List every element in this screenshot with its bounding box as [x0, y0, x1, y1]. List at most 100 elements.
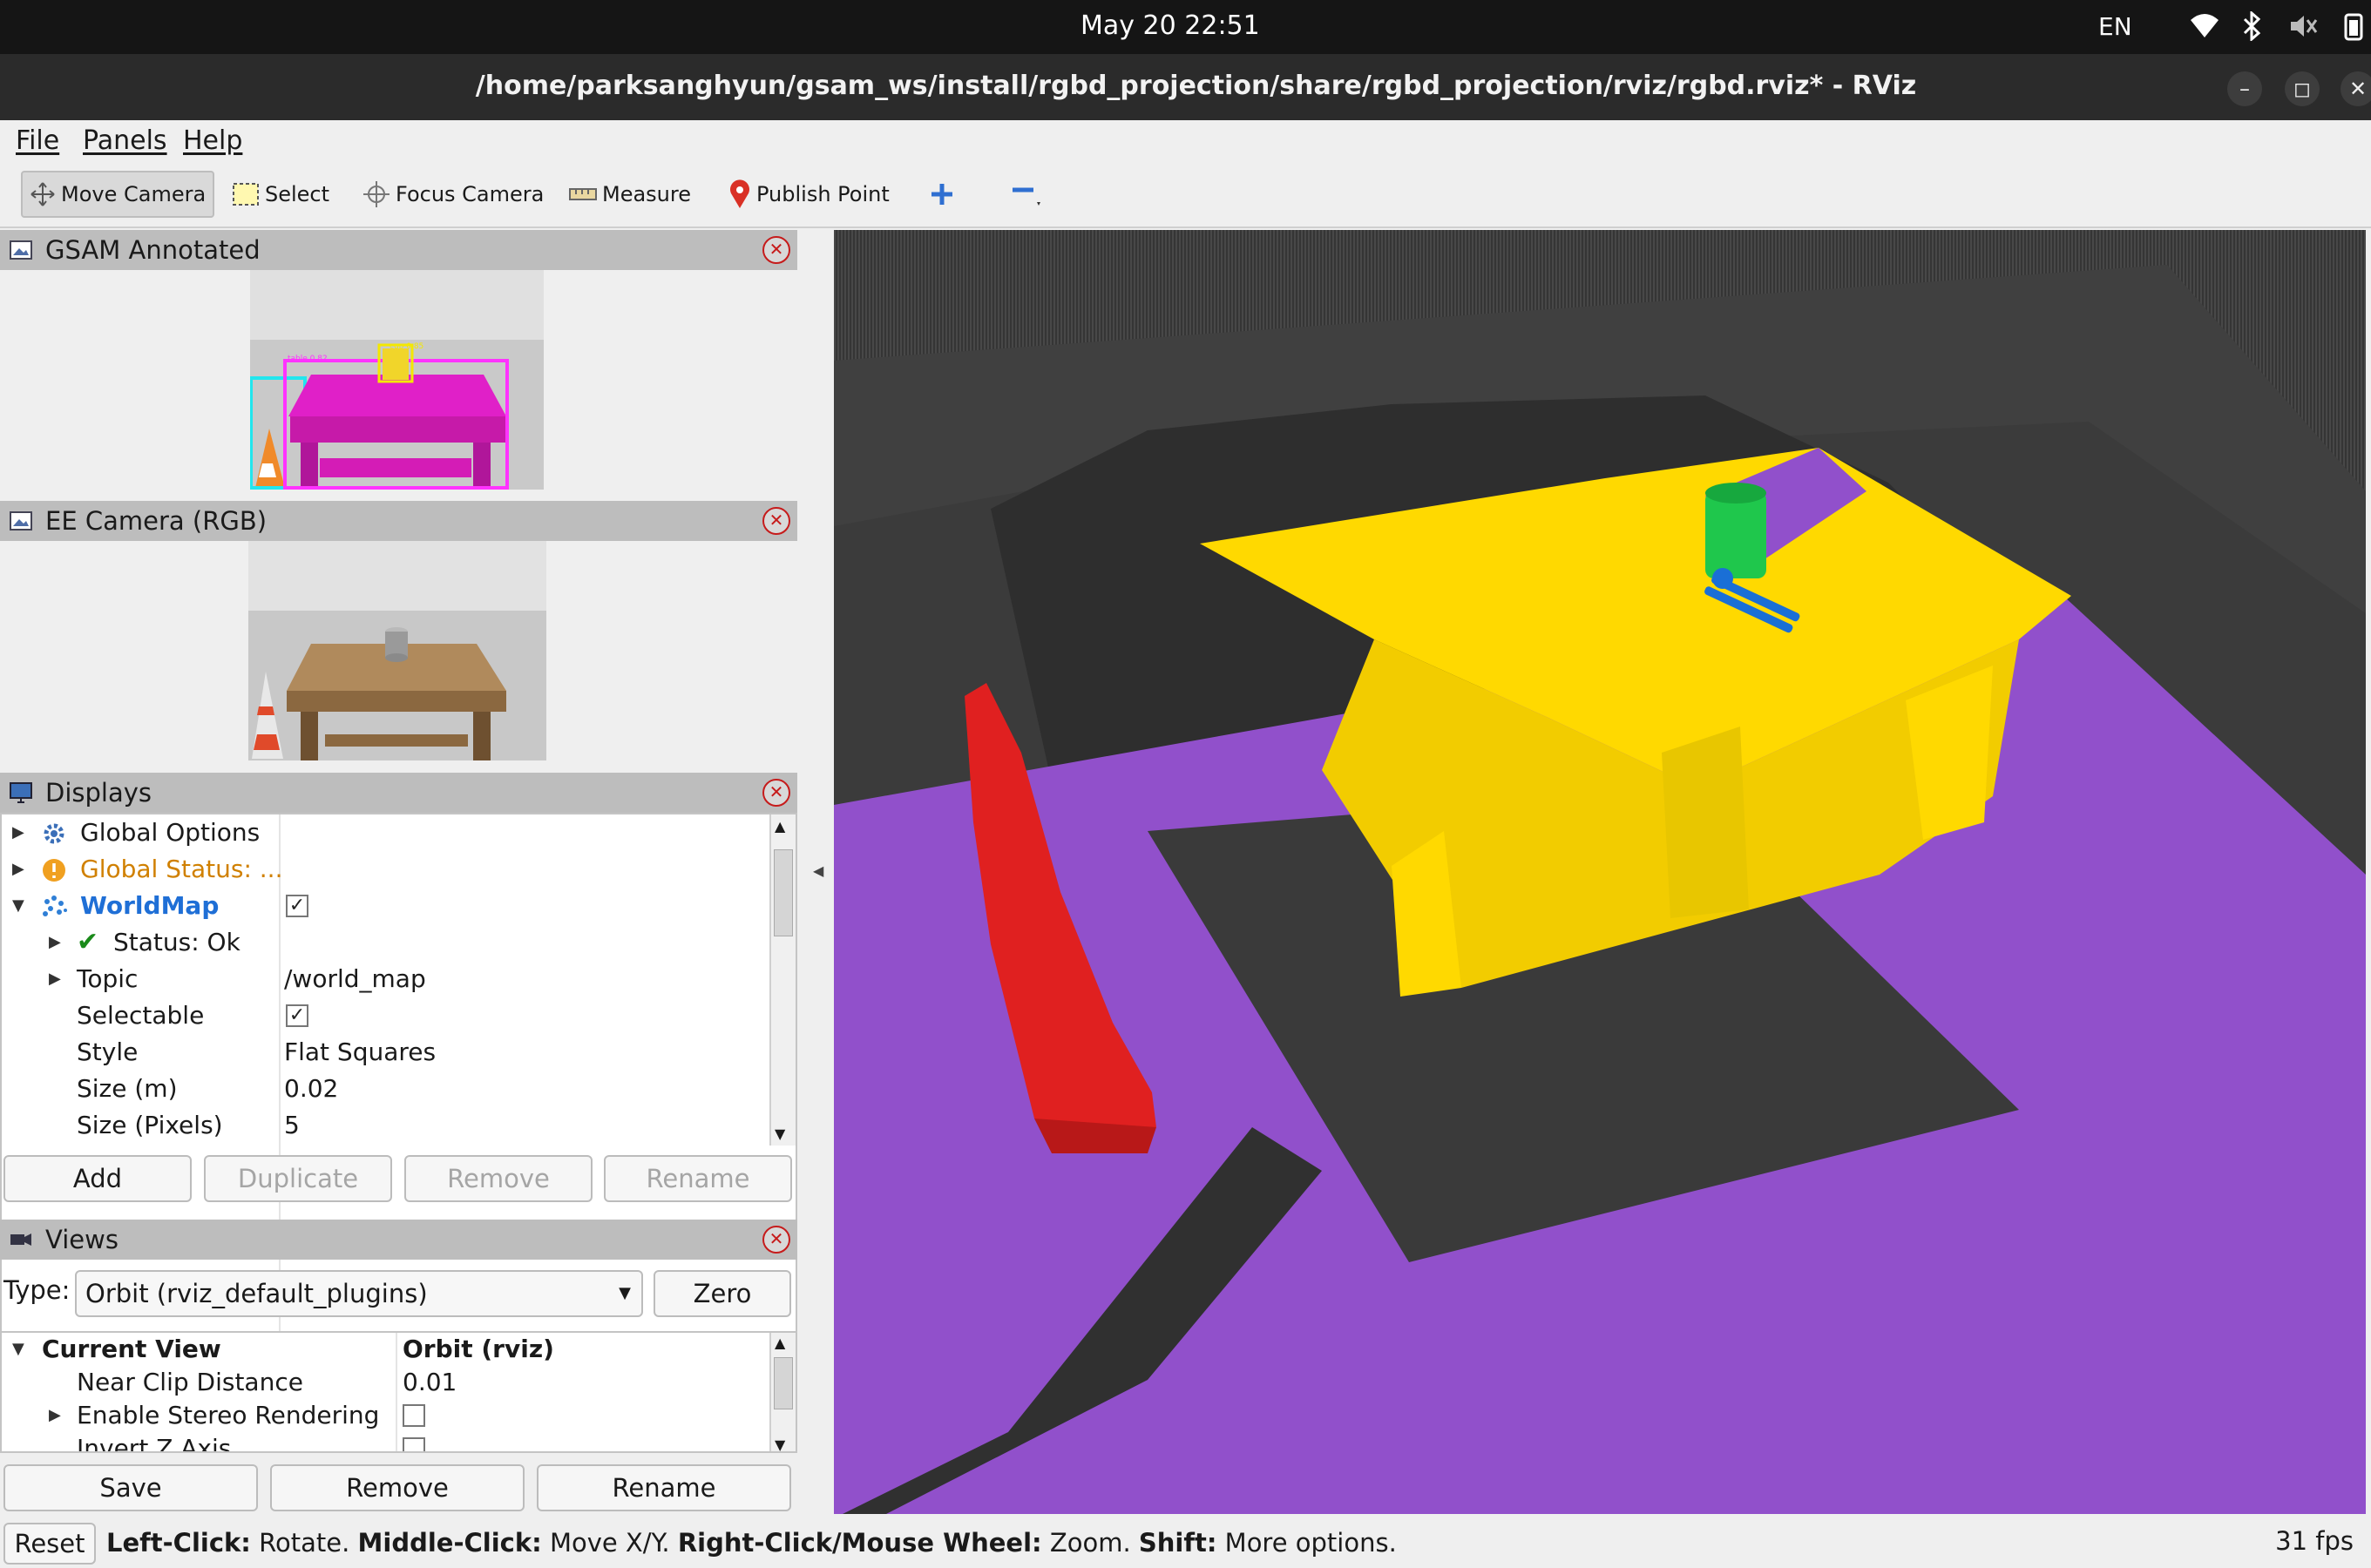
add-display-button[interactable]: Add — [3, 1155, 192, 1202]
move-camera-icon — [30, 182, 55, 206]
battery-icon[interactable] — [2344, 11, 2363, 41]
collapse-dock-handle[interactable]: ◀ — [813, 862, 823, 879]
style-value[interactable]: Flat Squares — [284, 1034, 436, 1071]
size-m-value[interactable]: 0.02 — [284, 1071, 338, 1107]
stereo-row[interactable]: ▶ Enable Stereo Rendering — [2, 1399, 769, 1432]
minimize-button[interactable]: – — [2227, 71, 2262, 106]
size-px-row[interactable]: Size (Pixels) 5 — [2, 1107, 769, 1144]
collapse-arrow-icon[interactable]: ▼ — [12, 888, 24, 924]
window-title-bar: /home/parksanghyun/gsam_ws/install/rgbd_… — [0, 54, 2371, 120]
status-row[interactable]: ▶ ✔ Status: Ok — [2, 924, 769, 961]
gsam-annotated-image — [250, 270, 544, 490]
global-options-row[interactable]: ▶ Global Options — [2, 814, 769, 851]
views-tree[interactable]: ▼ Current View Orbit (rviz) Near Clip Di… — [0, 1331, 797, 1453]
size-px-value[interactable]: 5 — [284, 1107, 300, 1144]
focus-camera-tool[interactable]: Focus Camera — [356, 171, 551, 218]
worldmap-enabled-checkbox[interactable]: ✓ — [286, 895, 308, 917]
shift-key: Shift: — [1138, 1528, 1217, 1558]
monitor-icon — [10, 782, 32, 803]
selectable-label: Selectable — [77, 1001, 205, 1030]
invert-z-label: Invert Z Axis — [77, 1434, 232, 1453]
views-scrollbar[interactable]: ▲ ▼ — [769, 1333, 796, 1451]
size-px-label: Size (Pixels) — [77, 1111, 223, 1139]
global-status-label: Global Status: ... — [80, 855, 283, 883]
ee-camera-panel-header[interactable]: EE Camera (RGB) ✕ — [0, 501, 797, 541]
move-camera-tool[interactable]: Move Camera — [21, 171, 215, 218]
middle-click-key: Middle-Click: — [357, 1528, 542, 1558]
expand-arrow-icon[interactable]: ▶ — [49, 1399, 61, 1432]
scrollbar-thumb[interactable] — [774, 849, 793, 936]
view-type-select[interactable]: Orbit (rviz_default_plugins) ▼ — [75, 1270, 643, 1317]
focus-camera-label: Focus Camera — [396, 182, 545, 206]
reset-button[interactable]: Reset — [3, 1523, 96, 1565]
invert-z-checkbox[interactable] — [403, 1437, 425, 1451]
save-view-button[interactable]: Save — [3, 1464, 258, 1511]
current-view-row[interactable]: ▼ Current View Orbit (rviz) — [2, 1333, 769, 1366]
publish-point-tool[interactable]: Publish Point — [721, 171, 897, 218]
ee-camera-panel-title: EE Camera (RGB) — [45, 506, 268, 536]
close-window-button[interactable]: ✕ — [2341, 71, 2371, 106]
wifi-icon[interactable] — [2189, 11, 2220, 41]
language-indicator[interactable]: EN — [2098, 12, 2132, 41]
current-view-label: Current View — [42, 1335, 221, 1363]
views-panel-close-button[interactable]: ✕ — [762, 1226, 790, 1254]
plus-icon — [931, 184, 952, 205]
current-view-value: Orbit (rviz) — [403, 1335, 554, 1363]
size-m-row[interactable]: Size (m) 0.02 — [2, 1071, 769, 1107]
measure-tool[interactable]: Measure — [562, 171, 698, 218]
displays-scrollbar[interactable]: ▲ ▼ — [769, 814, 796, 1146]
topic-value[interactable]: /world_map — [284, 961, 426, 997]
scene-render — [834, 230, 2366, 1514]
rename-display-button[interactable]: Rename — [604, 1155, 792, 1202]
displays-panel-close-button[interactable]: ✕ — [762, 779, 790, 807]
rename-view-button[interactable]: Rename — [537, 1464, 791, 1511]
status-label: Status: Ok — [113, 928, 240, 956]
expand-arrow-icon[interactable]: ▶ — [12, 814, 24, 851]
style-row[interactable]: Style Flat Squares — [2, 1034, 769, 1071]
expand-arrow-icon[interactable]: ▶ — [12, 851, 24, 888]
stereo-checkbox[interactable] — [403, 1404, 425, 1427]
global-status-row[interactable]: ▶ Global Status: ... — [2, 851, 769, 888]
bluetooth-icon[interactable] — [2241, 11, 2262, 41]
volume-muted-icon[interactable] — [2288, 11, 2318, 41]
maximize-button[interactable]: ◻ — [2285, 71, 2320, 106]
selectable-row[interactable]: Selectable ✓ — [2, 997, 769, 1034]
displays-panel-header[interactable]: Displays ✕ — [0, 773, 797, 813]
status-bar: Reset Left-Click: Rotate. Middle-Click: … — [0, 1519, 2371, 1568]
selectable-checkbox[interactable]: ✓ — [286, 1004, 308, 1027]
3d-render-viewport[interactable] — [834, 230, 2366, 1514]
right-click-desc: Zoom. — [1049, 1528, 1131, 1558]
right-click-key: Right-Click/Mouse Wheel: — [677, 1528, 1042, 1558]
duplicate-display-button[interactable]: Duplicate — [204, 1155, 392, 1202]
views-panel-title: Views — [45, 1225, 119, 1254]
system-clock[interactable]: May 20 22:51 — [1080, 10, 1260, 41]
near-clip-label: Near Clip Distance — [77, 1368, 303, 1396]
gsam-panel-close-button[interactable]: ✕ — [762, 236, 790, 264]
remove-display-button[interactable]: Remove — [404, 1155, 593, 1202]
views-panel-header[interactable]: Views ✕ — [0, 1220, 797, 1260]
worldmap-row[interactable]: ▼ WorldMap ✓ — [2, 888, 769, 924]
scrollbar-thumb[interactable] — [774, 1357, 793, 1409]
cup-rim-segment — [1705, 483, 1766, 504]
gsam-panel-header[interactable]: GSAM Annotated ✕ — [0, 230, 797, 270]
select-tool[interactable]: Select — [225, 171, 336, 218]
topic-row[interactable]: ▶ Topic /world_map — [2, 961, 769, 997]
expand-arrow-icon[interactable]: ▶ — [49, 924, 61, 961]
menu-help[interactable]: Help — [183, 125, 242, 156]
menu-bar: File Panels Help — [0, 120, 2371, 162]
collapse-arrow-icon[interactable]: ▼ — [12, 1333, 24, 1366]
near-clip-value[interactable]: 0.01 — [403, 1366, 457, 1399]
gsam-panel-title: GSAM Annotated — [45, 235, 261, 265]
menu-file[interactable]: File — [16, 125, 59, 156]
expand-arrow-icon[interactable]: ▶ — [49, 961, 61, 997]
menu-panels[interactable]: Panels — [83, 125, 167, 156]
remove-tool-button[interactable] — [1002, 171, 1056, 218]
remove-view-button[interactable]: Remove — [270, 1464, 525, 1511]
zero-view-button[interactable]: Zero — [654, 1270, 791, 1317]
add-tool-button[interactable] — [922, 171, 967, 218]
ee-camera-panel-close-button[interactable]: ✕ — [762, 507, 790, 535]
worldmap-label: WorldMap — [80, 891, 220, 920]
near-clip-row[interactable]: Near Clip Distance 0.01 — [2, 1366, 769, 1399]
invert-z-row[interactable]: Invert Z Axis — [2, 1432, 769, 1453]
displays-panel-title: Displays — [45, 778, 152, 808]
